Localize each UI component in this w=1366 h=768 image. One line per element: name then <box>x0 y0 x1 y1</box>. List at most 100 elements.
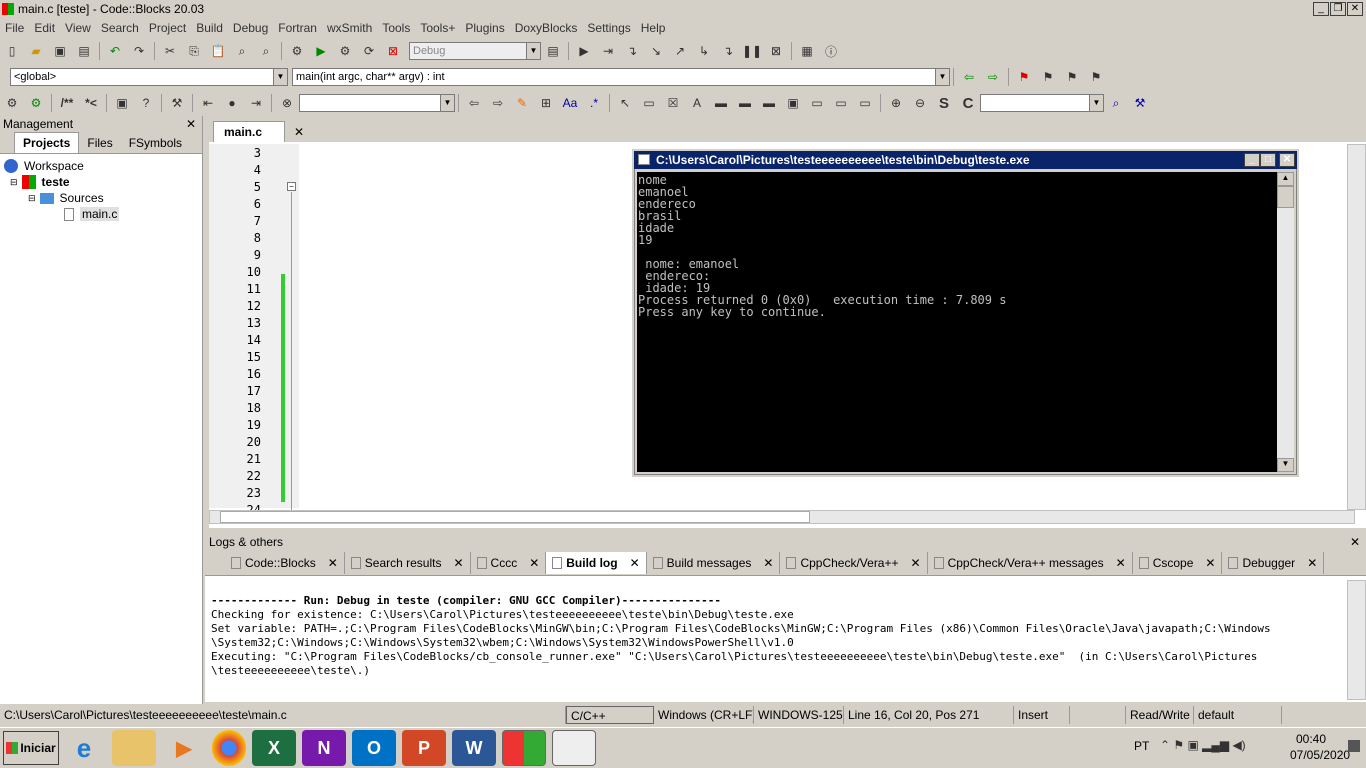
menu-debug[interactable]: Debug <box>228 21 273 35</box>
run-to-cursor-icon[interactable]: ⇥ <box>598 42 618 60</box>
menu-doxyblocks[interactable]: DoxyBlocks <box>510 21 583 35</box>
debug-windows-icon[interactable]: ▦ <box>797 42 817 60</box>
run-icon[interactable]: ▶ <box>311 42 331 60</box>
codeblocks-icon[interactable] <box>502 730 546 766</box>
menu-plugins[interactable]: Plugins <box>460 21 509 35</box>
step-into-icon[interactable]: ↘ <box>646 42 666 60</box>
menu-help[interactable]: Help <box>636 21 671 35</box>
target-options-icon[interactable]: ▤ <box>543 42 563 60</box>
pointer-icon[interactable]: ↖ <box>615 94 635 112</box>
redo-icon[interactable]: ↷ <box>129 42 149 60</box>
ie-icon[interactable]: e <box>62 730 106 766</box>
button2-icon[interactable]: ▭ <box>831 94 851 112</box>
logs-vscroll[interactable] <box>1347 580 1366 700</box>
jump-back-icon[interactable]: ⇦ <box>959 68 979 86</box>
media-icon[interactable]: ▶ <box>162 730 206 766</box>
log-tab-build-messages[interactable]: Build messages ✕ <box>647 551 781 574</box>
close-icon[interactable]: ✕ <box>1116 556 1126 570</box>
line-comment-icon[interactable]: *< <box>81 94 101 112</box>
undo-icon[interactable]: ↶ <box>105 42 125 60</box>
find-icon[interactable]: ⌕ <box>232 42 252 60</box>
menu-view[interactable]: View <box>60 21 96 35</box>
build-icon[interactable]: ⚙ <box>287 42 307 60</box>
minimize-button[interactable]: _ <box>1313 2 1329 16</box>
bookmark-clear-icon[interactable]: ⚑ <box>1086 68 1106 86</box>
log-tab-cccc[interactable]: Cccc ✕ <box>471 551 547 574</box>
menu-file[interactable]: File <box>0 21 29 35</box>
panel2-icon[interactable]: ▬ <box>735 94 755 112</box>
tree-workspace[interactable]: Workspace <box>4 158 202 174</box>
clear-icon[interactable]: ⊗ <box>277 94 297 112</box>
build-target-select[interactable]: Debug ▼ <box>409 42 541 60</box>
search-icon[interactable]: ⌕ <box>1106 94 1126 112</box>
button1-icon[interactable]: ▭ <box>807 94 827 112</box>
word-icon[interactable]: W <box>452 730 496 766</box>
close-icon[interactable]: ✕ <box>630 556 640 570</box>
log-tab-debugger[interactable]: Debugger ✕ <box>1222 551 1325 574</box>
match-case-icon[interactable]: Aa <box>560 94 580 112</box>
close-icon[interactable]: ✕ <box>529 556 539 570</box>
close-icon[interactable]: ✕ <box>328 556 338 570</box>
close-icon[interactable]: ✕ <box>294 125 304 139</box>
menu-settings[interactable]: Settings <box>582 21 635 35</box>
console-minimize-button[interactable]: _ <box>1244 153 1260 167</box>
menu-project[interactable]: Project <box>144 21 191 35</box>
menu-edit[interactable]: Edit <box>29 21 60 35</box>
doc-icon[interactable]: ▣ <box>112 94 132 112</box>
editor-hscroll[interactable] <box>209 510 1355 524</box>
cut-icon[interactable]: ✂ <box>160 42 180 60</box>
rebuild-icon[interactable]: ⟳ <box>359 42 379 60</box>
close-icon[interactable]: ✕ <box>763 556 773 570</box>
restore-button[interactable]: ❐ <box>1330 2 1346 16</box>
c-icon[interactable]: C <box>958 94 978 112</box>
log-tab-search-results[interactable]: Search results ✕ <box>345 551 471 574</box>
close-icon[interactable]: ✕ <box>1307 556 1317 570</box>
regex-icon[interactable]: .* <box>584 94 604 112</box>
next-instruction-icon[interactable]: ↳ <box>694 42 714 60</box>
selected-text-icon[interactable]: ⊞ <box>536 94 556 112</box>
zoom-out-icon[interactable]: ⊖ <box>910 94 930 112</box>
pause-icon[interactable]: ❚❚ <box>742 42 762 60</box>
stop-debug-icon[interactable]: ⊠ <box>766 42 786 60</box>
save-all-icon[interactable]: ▤ <box>74 42 94 60</box>
close-icon[interactable]: ✕ <box>453 556 463 570</box>
menu-search[interactable]: Search <box>96 21 144 35</box>
prev-icon[interactable]: ⇤ <box>198 94 218 112</box>
regex-select[interactable]: ▼ <box>299 94 455 112</box>
console-maximize-button[interactable]: □ <box>1260 153 1276 167</box>
paste-icon[interactable]: 📋 <box>208 42 228 60</box>
outlook-icon[interactable]: O <box>352 730 396 766</box>
new-file-icon[interactable]: ▯ <box>2 42 22 60</box>
clock-date[interactable]: 07/05/2020 <box>1290 748 1350 762</box>
panel1-icon[interactable]: ▬ <box>711 94 731 112</box>
close-icon[interactable]: ✕ <box>186 116 196 132</box>
copy-icon[interactable]: ⎘ <box>184 42 204 60</box>
notification-icon[interactable] <box>1348 740 1360 752</box>
log-tab-cppcheck-vera-messages[interactable]: CppCheck/Vera++ messages ✕ <box>928 551 1133 574</box>
log-tab-cppcheck-vera-[interactable]: CppCheck/Vera++ ✕ <box>780 551 928 574</box>
language-indicator[interactable]: PT <box>1134 739 1149 753</box>
chrome-icon[interactable] <box>212 730 246 766</box>
save-icon[interactable]: ▣ <box>50 42 70 60</box>
settings-icon[interactable]: ⚒ <box>167 94 187 112</box>
build-run-icon[interactable]: ⚙ <box>335 42 355 60</box>
highlight-icon[interactable]: ✎ <box>512 94 532 112</box>
dot-icon[interactable]: ● <box>222 94 242 112</box>
bookmark-toggle-icon[interactable]: ⚑ <box>1014 68 1034 86</box>
menu-build[interactable]: Build <box>191 21 228 35</box>
menu-fortran[interactable]: Fortran <box>273 21 322 35</box>
scope-select[interactable]: <global> ▼ <box>10 68 288 86</box>
tab-projects[interactable]: Projects <box>14 132 80 153</box>
search-combo[interactable]: ▼ <box>980 94 1104 112</box>
step-instruction-icon[interactable]: ↴ <box>718 42 738 60</box>
frame-icon[interactable]: ▭ <box>639 94 659 112</box>
bookmark-prev-icon[interactable]: ⚑ <box>1038 68 1058 86</box>
menu-wxsmith[interactable]: wxSmith <box>322 21 377 35</box>
tree-project[interactable]: ⊟ teste <box>4 174 202 190</box>
step-out-icon[interactable]: ↗ <box>670 42 690 60</box>
open-icon[interactable]: ▰ <box>26 42 46 60</box>
editor-tab-main[interactable]: main.c ✕ <box>213 121 304 142</box>
close-icon[interactable]: ✕ <box>1205 556 1215 570</box>
tree-file-main[interactable]: main.c <box>4 206 202 222</box>
tab-files[interactable]: Files <box>79 133 120 153</box>
